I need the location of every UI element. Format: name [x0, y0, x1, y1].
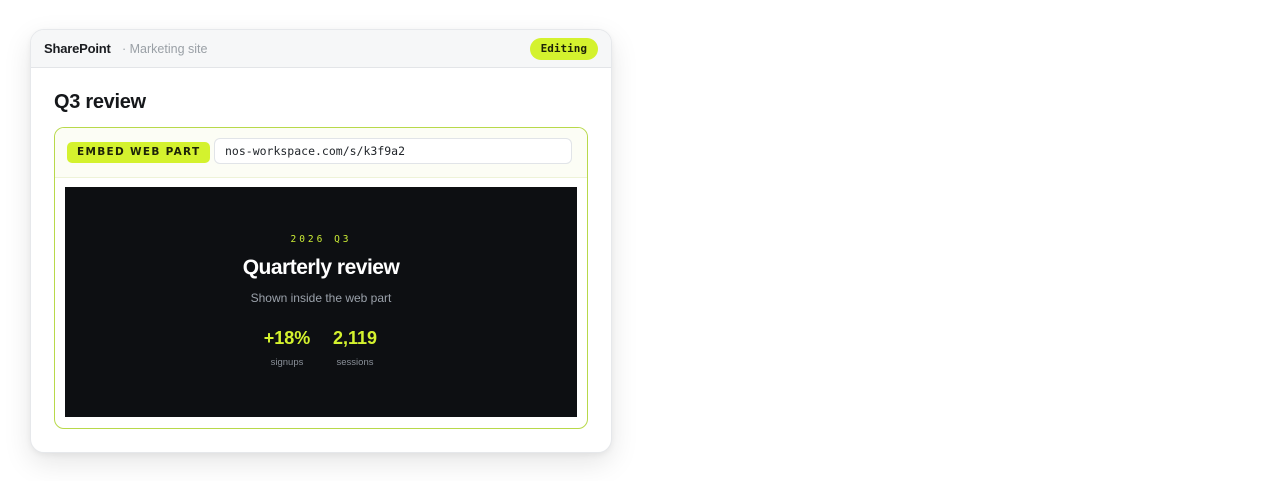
embed-web-part[interactable]: EMBED WEB PART 2026 Q3 Quarterly review … [54, 127, 588, 429]
stat-label: sessions [336, 357, 374, 368]
embed-preview[interactable]: 2026 Q3 Quarterly review Shown inside th… [65, 187, 577, 417]
preview-subtitle: Shown inside the web part [250, 291, 392, 305]
embed-url-input[interactable] [214, 138, 572, 164]
sharepoint-window: SharePoint · Marketing site Editing Q3 r… [30, 29, 612, 453]
web-part-header: EMBED WEB PART [55, 128, 587, 178]
preview-stats: +18% signups 2,119 sessions [65, 328, 577, 368]
stat-value: +18% [263, 328, 311, 348]
editing-status-badge[interactable]: Editing [529, 38, 598, 60]
web-part-type-label: EMBED WEB PART [67, 142, 211, 163]
stat-sessions: 2,119 sessions [330, 328, 380, 368]
stat-value: 2,119 [332, 328, 378, 348]
page-title: Q3 review [54, 91, 146, 113]
top-bar: SharePoint · Marketing site Editing [31, 30, 611, 68]
preview-title: Quarterly review [242, 256, 400, 279]
preview-kicker: 2026 Q3 [290, 234, 352, 245]
site-name[interactable]: · Marketing site [122, 42, 207, 56]
stat-signups: +18% signups [262, 328, 312, 368]
stat-label: signups [270, 357, 304, 368]
app-brand[interactable]: SharePoint [44, 41, 111, 56]
